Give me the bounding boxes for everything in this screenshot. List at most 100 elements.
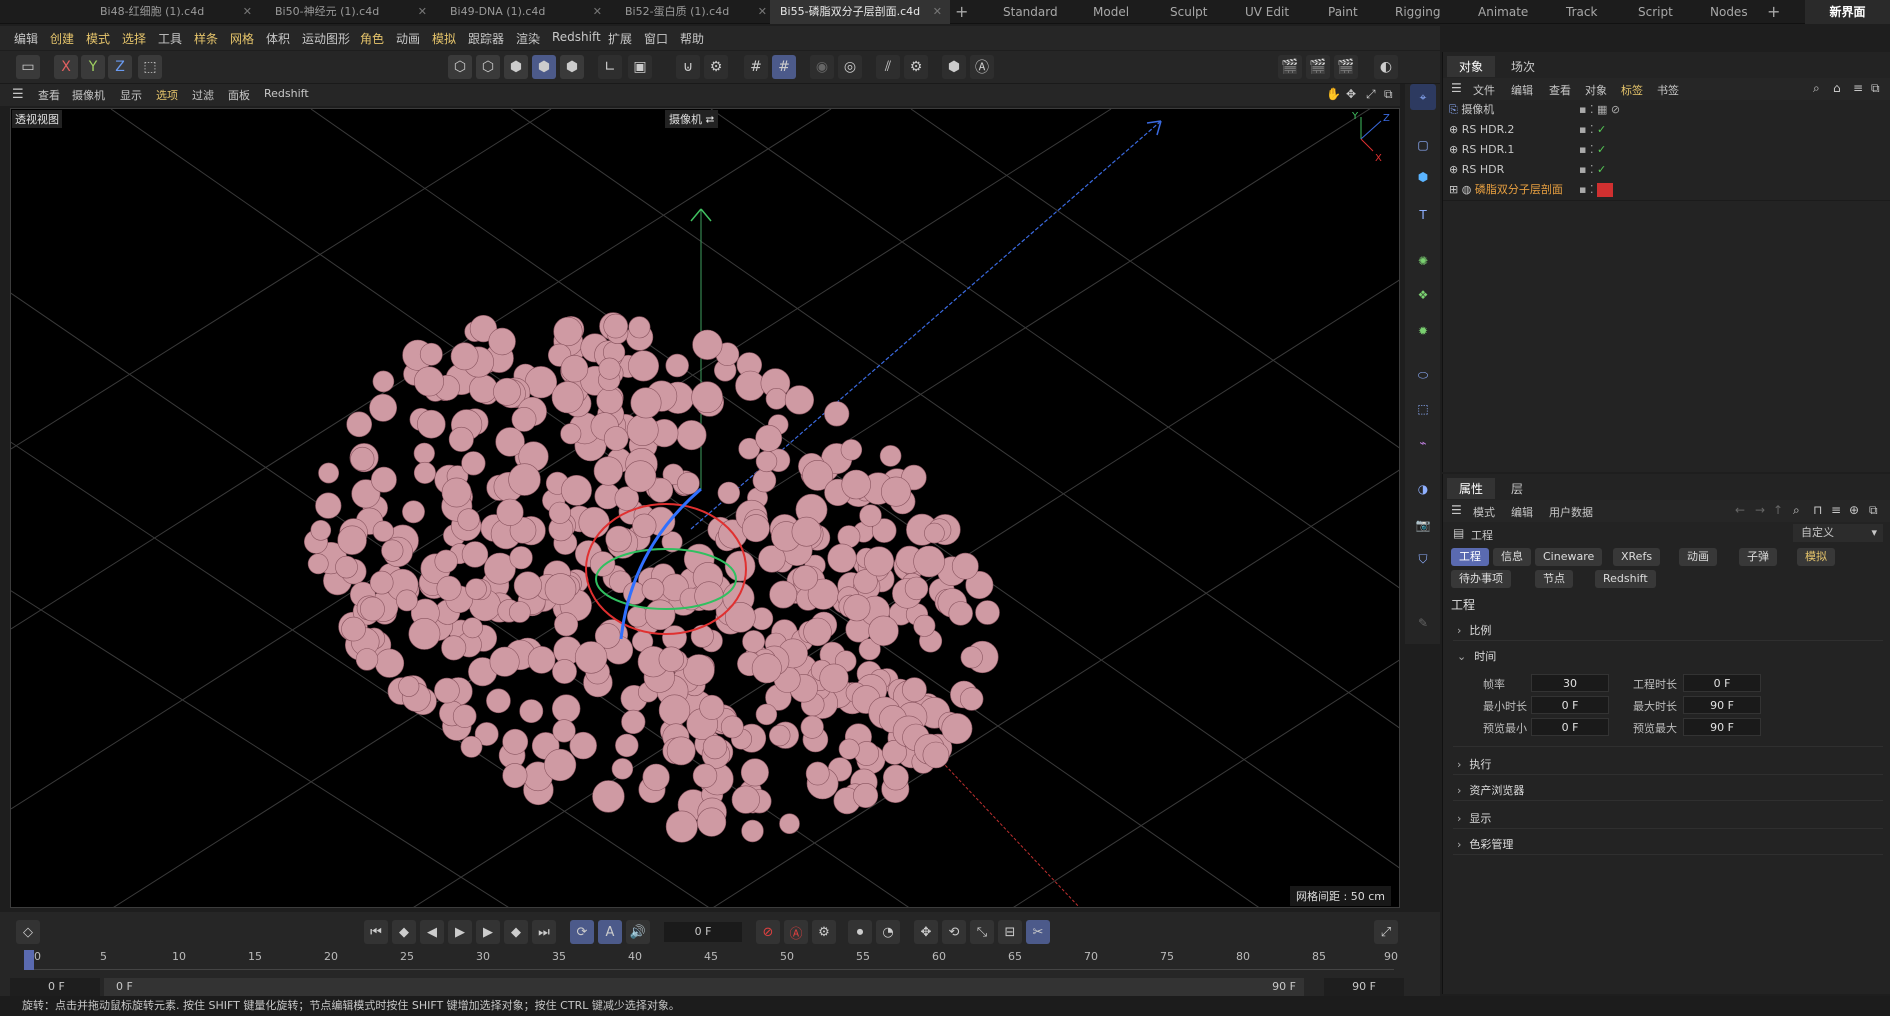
check-icon[interactable]: ▪ ⁚ ▦ ⊘ [1579,100,1620,120]
menu-simulate[interactable]: 模拟 [432,30,456,47]
tab-attributes[interactable]: 属性 [1447,478,1496,499]
attr-menu-edit[interactable]: 编辑 [1511,504,1533,520]
preview-min-field[interactable]: 0 F [1531,718,1609,736]
layout-tab-model[interactable]: Model [1093,0,1129,24]
preset-dropdown[interactable]: 自定义 ▾ [1793,524,1883,542]
menu-volume[interactable]: 体积 [266,30,290,47]
close-icon[interactable]: ✕ [243,0,252,24]
record-keys-icon[interactable]: ⊘ [756,920,780,944]
menu-extensions[interactable]: 扩展 [608,30,632,47]
section-time[interactable]: 时间 [1457,648,1496,664]
record-icon[interactable]: ◉ [810,55,834,79]
snap-settings-icon[interactable]: ⚙ [704,55,728,79]
render-settings-icon[interactable]: 🎬 [1334,55,1358,79]
object-row[interactable]: ⊕ RS HDR.2 ▪ ⁚ ✓ [1449,120,1889,140]
polygons-mode-icon[interactable]: ⬢ [504,55,528,79]
timeline-expand-icon[interactable]: ⤢ [1374,920,1398,944]
file-tab-active[interactable]: Bi55-磷脂双分子层剖面.c4d ✕ [770,0,950,24]
text-tool-icon[interactable]: T [1410,202,1436,228]
viewport-camera-label[interactable]: 摄像机 ⮂ [665,110,719,128]
render-view-icon[interactable]: 🎬 [1278,55,1302,79]
up-arrow-icon[interactable]: ↑ [1773,503,1783,517]
menu-mesh[interactable]: 网格 [230,30,254,47]
object-row[interactable]: ⊕ RS HDR.1 ▪ ⁚ ✓ [1449,140,1889,160]
section-display[interactable]: 显示 [1457,810,1491,826]
start-frame-field[interactable]: 0 F [10,978,100,996]
max-time-field[interactable]: 90 F [1683,696,1761,714]
object-row[interactable]: ⎘ 摄像机 ▪ ⁚ ▦ ⊘ [1449,100,1889,120]
spline-icon[interactable]: ⌁ [1410,430,1436,456]
file-tab[interactable]: Bi48-红细胞 (1).c4d ✕ [90,0,260,24]
keyframe-icon[interactable]: ◇ [16,920,40,944]
chip-cineware[interactable]: Cineware [1535,548,1603,566]
search-icon[interactable]: ⌕ [1793,503,1800,518]
section-color-management[interactable]: 色彩管理 [1457,836,1513,852]
z-axis-lock-button[interactable]: Z [108,55,132,79]
viewport-title[interactable]: 透视视图 [12,110,62,128]
menu-edit[interactable]: 编辑 [14,30,38,47]
layout-tab-rigging[interactable]: Rigging [1395,0,1440,24]
auto-key-icon[interactable]: Ⓐ [784,920,808,944]
prev-frame-icon[interactable]: ◀ [420,920,444,944]
maximize-view-icon[interactable]: ⧉ [1384,87,1393,102]
object-menu-bookmarks[interactable]: 书签 [1657,82,1679,98]
layout-tab-uvedit[interactable]: UV Edit [1245,0,1289,24]
object-menu-edit[interactable]: 编辑 [1511,82,1533,98]
light-icon[interactable]: ⛉ [1410,546,1436,572]
next-key-icon[interactable]: ◆ [504,920,528,944]
snap-icon[interactable]: ⊍ [676,55,700,79]
chip-redshift[interactable]: Redshift [1595,570,1656,588]
key-param-icon[interactable]: ⊟ [998,920,1022,944]
menu-window[interactable]: 窗口 [644,30,668,47]
preview-max-field[interactable]: 90 F [1683,718,1761,736]
playhead[interactable] [24,950,34,970]
filter-icon[interactable]: ≡ [1831,503,1841,517]
texture-mode-icon[interactable]: ⬢ [560,55,584,79]
menu-render[interactable]: 渲染 [516,30,540,47]
close-icon[interactable]: ✕ [418,0,427,24]
object-menu-tags[interactable]: 标签 [1621,82,1643,98]
add-layout-button[interactable]: + [1767,0,1780,24]
section-asset-browser[interactable]: 资产浏览器 [1457,782,1524,798]
object-list-empty[interactable] [1443,200,1890,472]
enable-icon[interactable]: ▪ ⁚ ✓ [1579,160,1606,180]
viewport-menu-camera[interactable]: 摄像机 [72,87,105,103]
file-tab[interactable]: Bi49-DNA (1).c4d ✕ [440,0,610,24]
viewport-menu-options[interactable]: 选项 [156,87,178,103]
chip-nodes[interactable]: 节点 [1535,570,1573,588]
chip-info[interactable]: 信息 [1493,548,1531,566]
render-picture-viewer-icon[interactable]: 🎬 [1306,55,1330,79]
zoom-view-icon[interactable]: ⤢ [1366,87,1376,102]
redshift-icon[interactable]: ⬢ [942,55,966,79]
y-axis-lock-button[interactable]: Y [81,55,105,79]
redshift-render-view-icon[interactable]: ◐ [1374,55,1398,79]
cube-icon[interactable]: ⬢ [1410,164,1436,190]
expand-icon[interactable]: ⧉ [1871,81,1880,96]
camera-switch-icon[interactable]: ⮂ [706,113,715,126]
tab-objects[interactable]: 对象 [1447,56,1496,77]
menu-tools[interactable]: 工具 [158,30,182,47]
lock-icon[interactable]: ⊓ [1813,503,1822,517]
menu-help[interactable]: 帮助 [680,30,704,47]
edges-mode-icon[interactable]: ⬡ [476,55,500,79]
menu-mograph[interactable]: 运动图形 [302,30,350,47]
chip-todo[interactable]: 待办事项 [1451,570,1511,588]
menu-mode[interactable]: 模式 [86,30,110,47]
tab-layers[interactable]: 层 [1499,478,1535,499]
object-menu-file[interactable]: 文件 [1473,82,1495,98]
layout-tab-track[interactable]: Track [1566,0,1597,24]
target-icon[interactable]: ◎ [838,55,862,79]
menu-spline[interactable]: 样条 [194,30,218,47]
key-position-icon[interactable]: ✥ [914,920,938,944]
key-rotation-icon[interactable]: ⟲ [942,920,966,944]
close-icon[interactable]: ✕ [758,0,767,24]
key-settings-icon[interactable]: ⚙ [812,920,836,944]
new-interface-button[interactable]: 新界面 [1805,0,1890,24]
object-row[interactable]: ⊕ RS HDR ▪ ⁚ ✓ [1449,160,1889,180]
go-to-end-icon[interactable]: ⏭ [532,920,556,944]
pan-icon[interactable]: ✋ [1326,87,1341,101]
axis-mode-icon[interactable]: ∟ [598,55,622,79]
cloner-icon[interactable]: ❖ [1410,282,1436,308]
enable-icon[interactable]: ▪ ⁚ ✓ [1579,120,1606,140]
grid-snap-icon[interactable]: # [744,55,768,79]
